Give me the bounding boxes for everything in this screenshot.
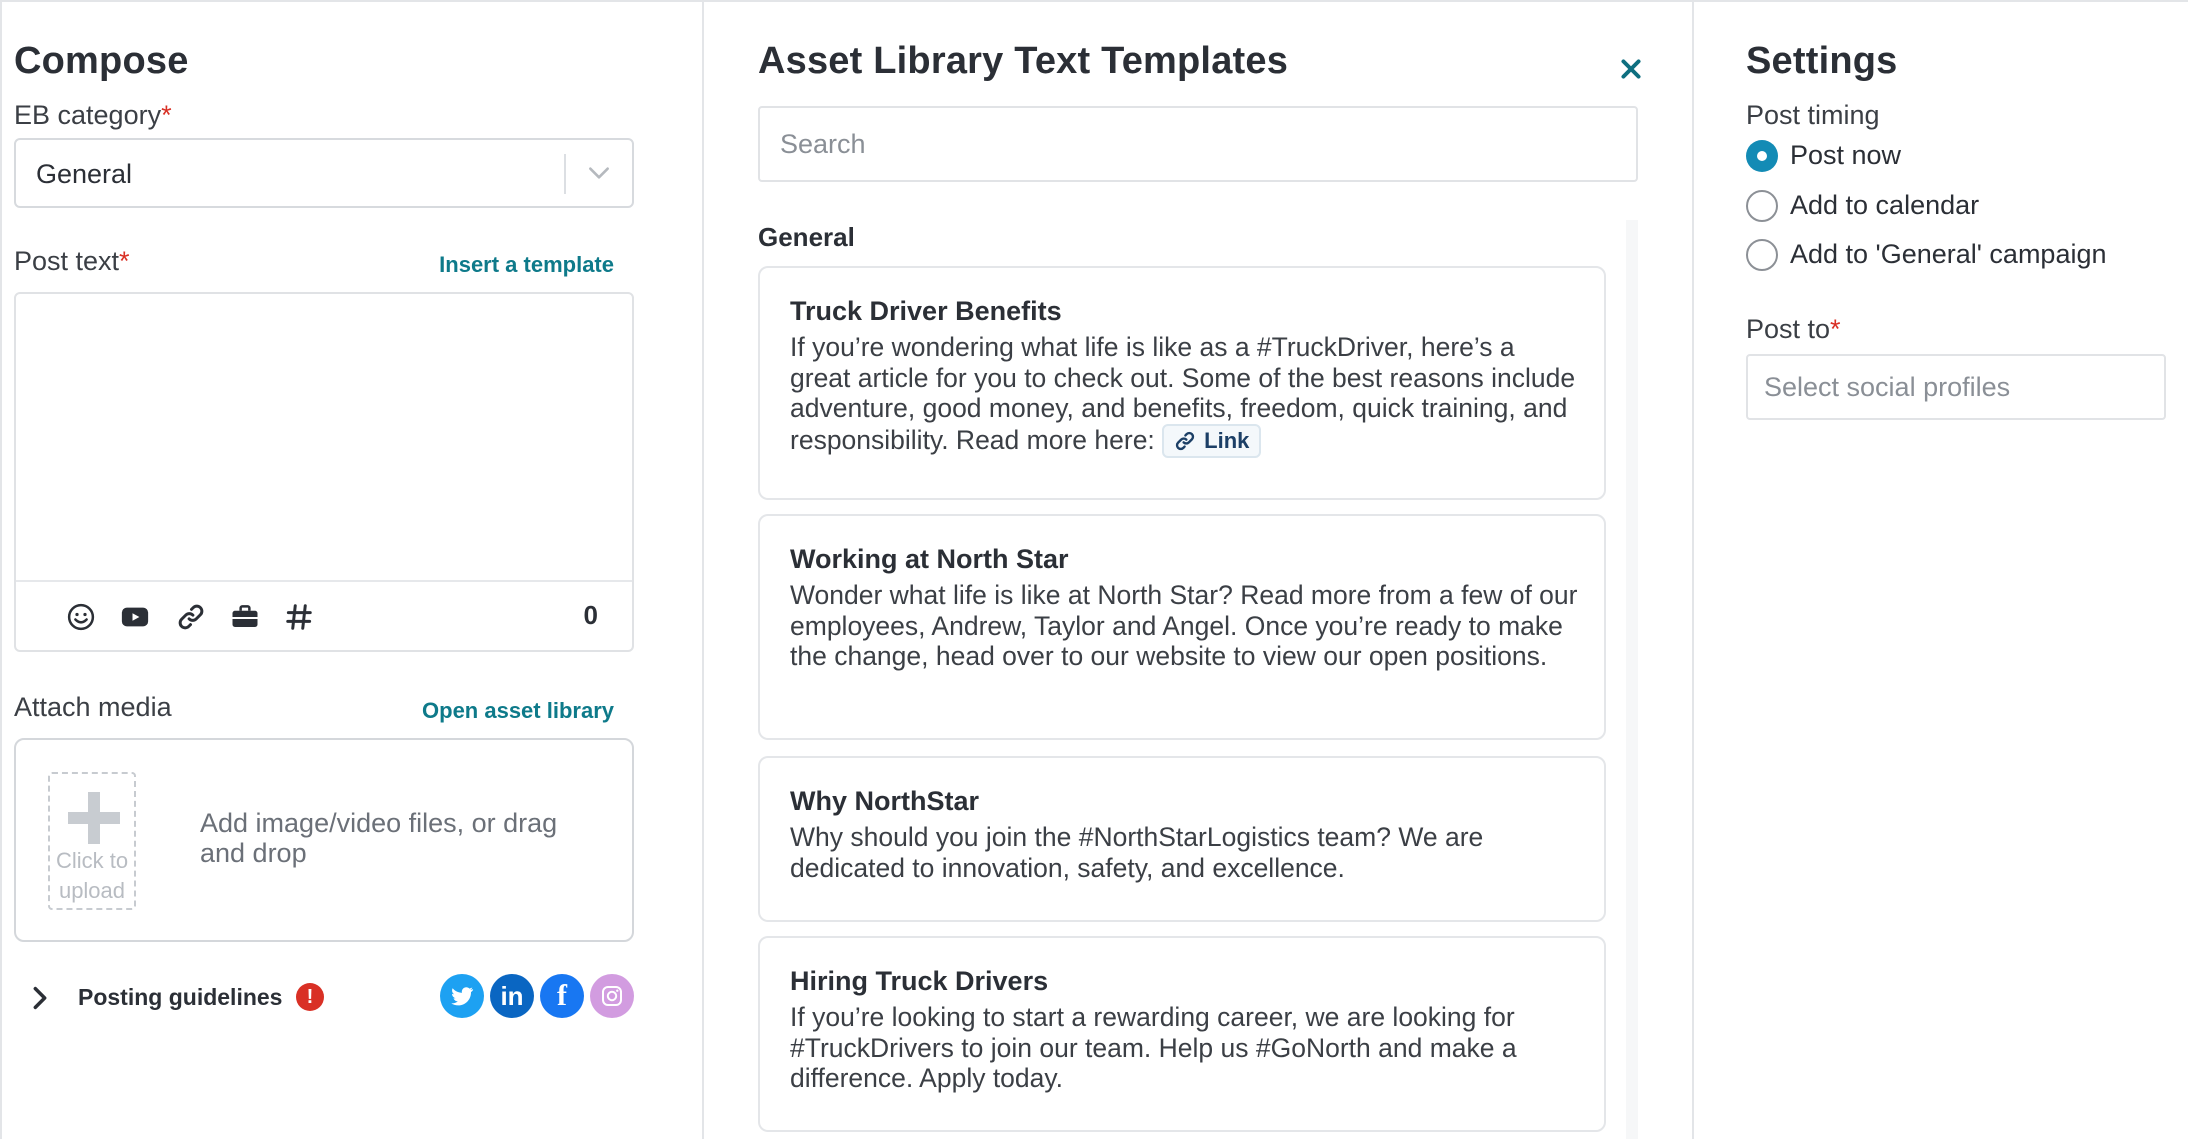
link-chip-label: Link	[1204, 427, 1250, 453]
plus-icon-bar	[68, 812, 120, 824]
posting-guidelines-toggle[interactable]: Posting guidelines !	[26, 978, 386, 1018]
section-title-general: General	[758, 222, 855, 252]
twitter-icon[interactable]	[440, 974, 484, 1018]
eb-category-value: General	[36, 159, 133, 189]
open-asset-library-link[interactable]: Open asset library	[422, 698, 614, 724]
eb-category-select[interactable]: General	[14, 138, 634, 208]
radio-indicator	[1746, 239, 1778, 271]
settings-panel: Settings Post timing Post now Add to cal…	[1692, 0, 2188, 1139]
social-profiles-placeholder: Select social profiles	[1764, 372, 2011, 402]
post-timing-label: Post timing	[1746, 100, 1880, 130]
scrollbar[interactable]	[1626, 220, 1638, 1139]
search-input[interactable]	[758, 106, 1638, 182]
template-body: If you’re wondering what life is like as…	[790, 332, 1580, 458]
required-mark: *	[1830, 314, 1841, 344]
asset-library-panel: Asset Library Text Templates General Tru…	[702, 0, 1692, 1139]
template-card[interactable]: Hiring Truck Drivers If you’re looking t…	[758, 936, 1606, 1132]
briefcase-icon[interactable]	[230, 602, 260, 632]
hashtag-icon[interactable]	[284, 602, 314, 632]
instagram-icon[interactable]	[590, 974, 634, 1018]
radio-add-to-calendar[interactable]: Add to calendar	[1746, 186, 2166, 226]
required-mark: *	[161, 100, 172, 130]
radio-label: Post now	[1790, 140, 1902, 170]
social-profiles-select[interactable]: Select social profiles	[1746, 354, 2166, 420]
attach-media-label: Attach media	[14, 692, 172, 722]
template-body: If you’re looking to start a rewarding c…	[790, 1002, 1517, 1093]
dropzone-text: Add image/video files, or drag and drop	[200, 808, 558, 868]
posting-guidelines-label: Posting guidelines	[78, 984, 283, 1010]
media-dropzone[interactable]: Click to upload Add image/video files, o…	[14, 738, 634, 942]
upload-button[interactable]: Click to upload	[48, 772, 136, 910]
radio-post-now[interactable]: Post now	[1746, 136, 2166, 176]
settings-title: Settings	[1746, 40, 1898, 82]
linkedin-icon[interactable]: in	[490, 974, 534, 1018]
template-title: Working at North Star	[790, 544, 1069, 574]
insert-template-link[interactable]: Insert a template	[439, 252, 614, 278]
radio-label: Add to 'General' campaign	[1790, 239, 2107, 269]
close-icon[interactable]	[1618, 56, 1644, 82]
asset-library-title: Asset Library Text Templates	[758, 40, 1289, 82]
link-chip[interactable]: Link	[1162, 423, 1262, 458]
link-icon	[1176, 431, 1195, 450]
upload-text: Click to upload	[55, 848, 129, 903]
post-to-label: Post to*	[1746, 314, 1841, 344]
template-title: Why NorthStar	[790, 786, 979, 816]
template-card[interactable]: Working at North Star Wonder what life i…	[758, 514, 1606, 740]
emoji-icon[interactable]	[66, 602, 96, 632]
template-body: Why should you join the #NorthStarLogist…	[790, 822, 1484, 883]
radio-selected-indicator	[1746, 140, 1778, 172]
compose-panel: Compose EB category* General Post text* …	[0, 0, 702, 1139]
chevron-right-icon	[33, 986, 47, 1010]
template-card[interactable]: Why NorthStar Why should you join the #N…	[758, 756, 1606, 922]
radio-add-to-campaign[interactable]: Add to 'General' campaign	[1746, 235, 2166, 275]
post-text-toolbar: 0	[16, 580, 632, 650]
template-body: Wonder what life is like at North Star? …	[790, 580, 1578, 671]
template-title: Truck Driver Benefits	[790, 296, 1062, 326]
eb-category-label: EB category*	[14, 100, 172, 130]
post-text-area[interactable]: 0	[14, 292, 634, 652]
template-title: Hiring Truck Drivers	[790, 966, 1049, 996]
facebook-icon[interactable]: f	[540, 974, 584, 1018]
warning-icon: !	[296, 983, 324, 1011]
required-mark: *	[119, 246, 130, 276]
youtube-icon[interactable]	[120, 602, 150, 632]
template-card[interactable]: Truck Driver Benefits If you’re wonderin…	[758, 266, 1606, 500]
radio-label: Add to calendar	[1790, 190, 1980, 220]
compose-title: Compose	[14, 40, 189, 82]
character-count: 0	[583, 600, 598, 630]
link-icon[interactable]	[176, 602, 206, 632]
post-text-label: Post text*	[14, 246, 130, 276]
select-divider	[564, 154, 566, 194]
radio-indicator	[1746, 190, 1778, 222]
chevron-down-icon	[589, 167, 609, 179]
